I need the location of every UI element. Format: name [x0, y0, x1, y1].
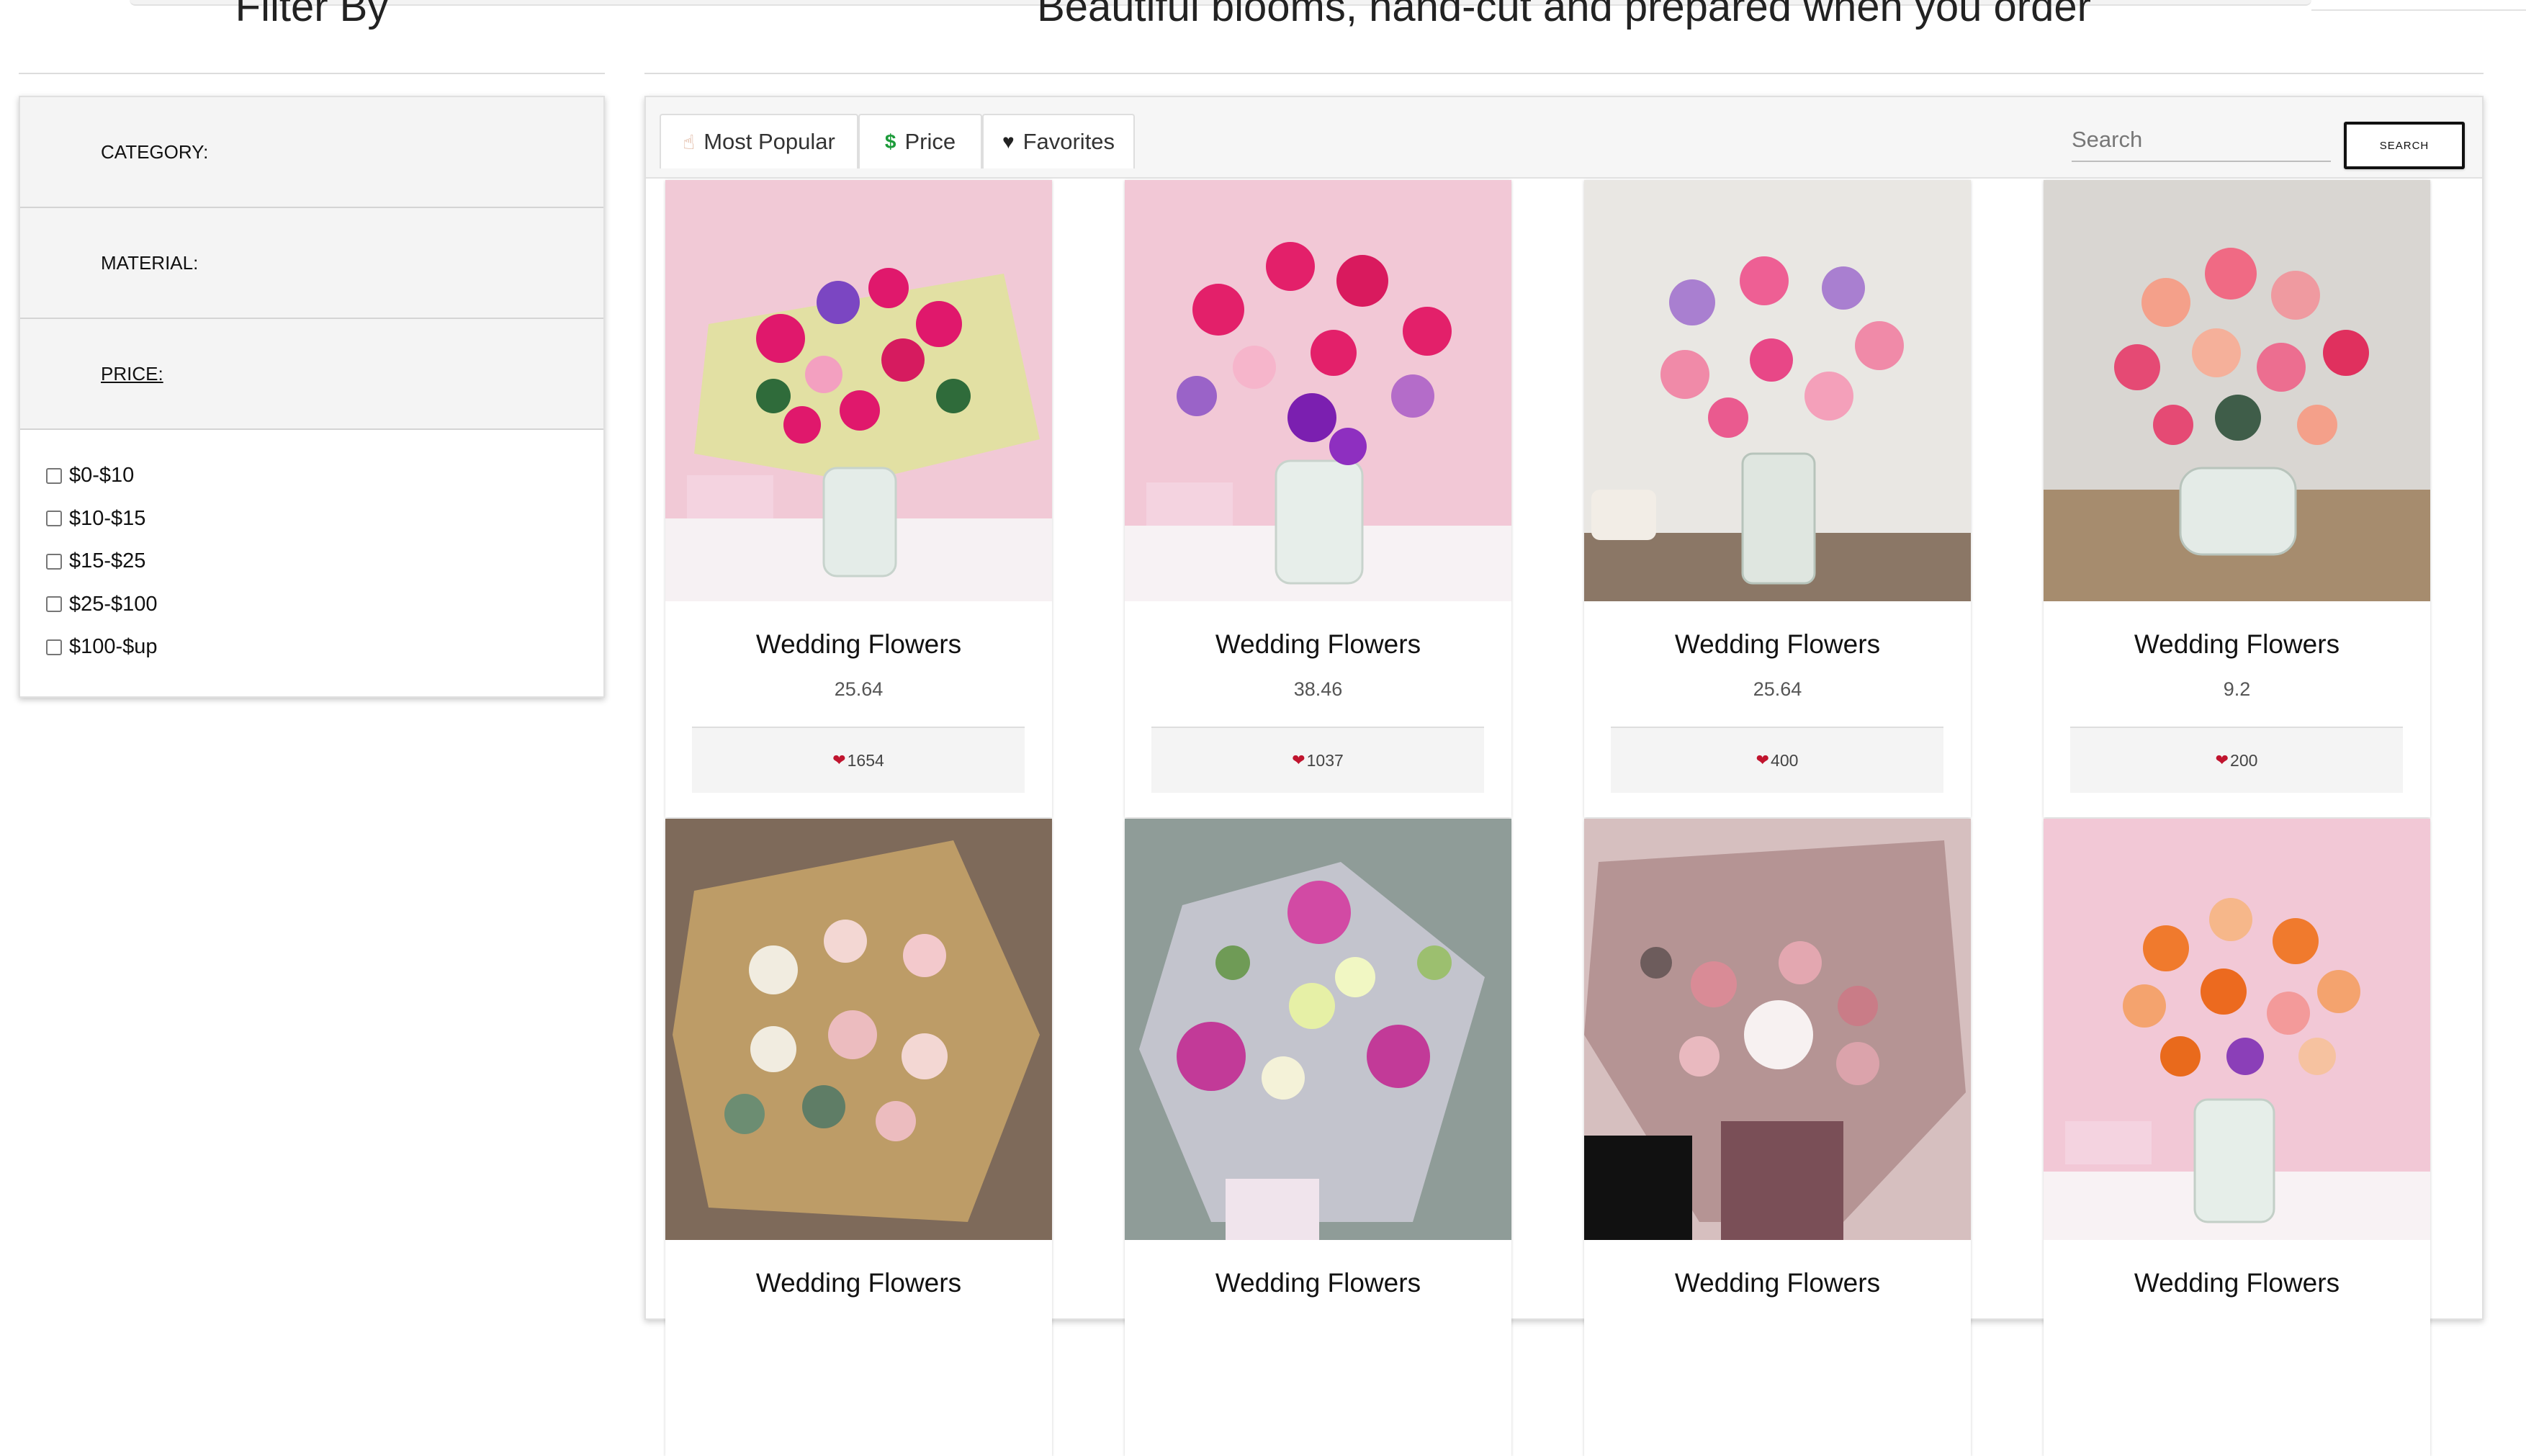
product-card[interactable]: Wedding Flowers 9.2 ❤ 200	[2044, 180, 2430, 817]
tab-favorites[interactable]: ♥ Favorites	[982, 114, 1135, 168]
price-checkbox[interactable]	[46, 467, 62, 484]
like-count: 1037	[1306, 750, 1344, 770]
search-button[interactable]: SEARCH	[2344, 122, 2465, 169]
product-title[interactable]: Wedding Flowers	[2044, 1268, 2430, 1298]
price-option-label: $10-$15	[69, 506, 146, 530]
product-title[interactable]: Wedding Flowers	[1125, 1268, 1511, 1298]
product-card[interactable]: Wedding Flowers	[1584, 819, 1971, 1456]
filter-category-label: CATEGORY:	[101, 140, 209, 163]
product-panel: ☝ Most Popular $ Price ♥ Favorites SEARC…	[644, 96, 2484, 1456]
product-image[interactable]	[1125, 819, 1511, 1240]
tab-label: Price	[904, 129, 956, 154]
price-option-label: $25-$100	[69, 592, 158, 616]
tab-label: Favorites	[1022, 129, 1115, 154]
product-image[interactable]	[665, 180, 1052, 601]
product-card[interactable]: Wedding Flowers 25.64 ❤ 1654	[665, 180, 1052, 817]
price-option[interactable]: $25-$100	[46, 583, 603, 626]
tab-most-popular[interactable]: ☝ Most Popular	[660, 114, 858, 168]
product-title[interactable]: Wedding Flowers	[665, 1268, 1052, 1298]
product-card[interactable]: Wedding Flowers 38.46 ❤ 1037	[1125, 180, 1511, 817]
search-input[interactable]	[2072, 119, 2331, 162]
product-price: 9.2	[2223, 678, 2251, 700]
filter-material-section[interactable]: MATERIAL:	[20, 208, 603, 319]
product-card[interactable]: Wedding Flowers	[2044, 819, 2430, 1456]
dollar-icon: $	[884, 130, 896, 153]
filter-category-section[interactable]: CATEGORY:	[20, 97, 603, 208]
like-button[interactable]: ❤ 1037	[1151, 727, 1484, 793]
filter-price-section[interactable]: PRICE:	[20, 319, 603, 430]
product-image[interactable]	[1125, 180, 1511, 601]
price-option-label: $100-$up	[69, 635, 158, 659]
product-card[interactable]: Wedding Flowers	[665, 819, 1052, 1456]
product-image[interactable]	[1584, 819, 1971, 1240]
product-image[interactable]	[2044, 819, 2430, 1240]
product-price: 25.64	[1753, 678, 1802, 700]
heart-icon: ❤	[832, 751, 846, 769]
like-button[interactable]: ❤ 200	[2070, 727, 2403, 793]
like-button[interactable]: ❤ 400	[1611, 727, 1943, 793]
like-button[interactable]: ❤ 1654	[692, 727, 1025, 793]
price-options-list: $0-$10 $10-$15 $15-$25 $25-$100 $100-$up	[20, 430, 603, 669]
price-option[interactable]: $0-$10	[46, 454, 603, 498]
tab-label: Most Popular	[704, 129, 835, 154]
product-image[interactable]	[2044, 180, 2430, 601]
product-title[interactable]: Wedding Flowers	[1125, 629, 1511, 660]
product-title[interactable]: Wedding Flowers	[2044, 629, 2430, 660]
like-count: 400	[1771, 750, 1799, 770]
price-checkbox[interactable]	[46, 639, 62, 655]
price-option[interactable]: $15-$25	[46, 540, 603, 583]
product-title[interactable]: Wedding Flowers	[665, 629, 1052, 660]
tab-price[interactable]: $ Price	[858, 114, 982, 168]
price-checkbox[interactable]	[46, 596, 62, 613]
price-option-label: $0-$10	[69, 464, 135, 487]
product-title[interactable]: Wedding Flowers	[1584, 629, 1971, 660]
price-option[interactable]: $10-$15	[46, 498, 603, 541]
product-price: 25.64	[834, 678, 884, 700]
product-image[interactable]	[1584, 180, 1971, 601]
page-title-divider	[644, 73, 2484, 74]
product-card[interactable]: Wedding Flowers	[1125, 819, 1511, 1456]
product-title[interactable]: Wedding Flowers	[1584, 1268, 1971, 1298]
filter-title: Filter By	[235, 0, 389, 30]
price-option-label: $15-$25	[69, 549, 146, 573]
heart-icon: ♥	[1002, 130, 1015, 153]
price-checkbox[interactable]	[46, 553, 62, 570]
price-option[interactable]: $100-$up	[46, 626, 603, 669]
price-checkbox[interactable]	[46, 511, 62, 527]
filter-material-label: MATERIAL:	[101, 251, 199, 274]
heart-icon: ❤	[1292, 751, 1305, 769]
hand-pointer-icon: ☝	[683, 130, 696, 153]
product-card[interactable]: Wedding Flowers 25.64 ❤ 400	[1584, 180, 1971, 817]
product-image[interactable]	[665, 819, 1052, 1240]
product-price: 38.46	[1293, 678, 1343, 700]
filter-panel: CATEGORY: MATERIAL: PRICE: $0-$10 $10-$1…	[19, 96, 605, 698]
heart-icon: ❤	[2215, 751, 2229, 769]
page-title: Beautiful blooms, hand-cut and prepared …	[1037, 0, 2091, 30]
sort-toolbar: ☝ Most Popular $ Price ♥ Favorites SEARC…	[646, 97, 2482, 179]
filter-title-divider	[19, 73, 605, 74]
like-count: 1654	[847, 750, 884, 770]
like-count: 200	[2230, 750, 2258, 770]
heart-icon: ❤	[1756, 751, 1770, 769]
filter-price-label: PRICE:	[101, 362, 163, 385]
